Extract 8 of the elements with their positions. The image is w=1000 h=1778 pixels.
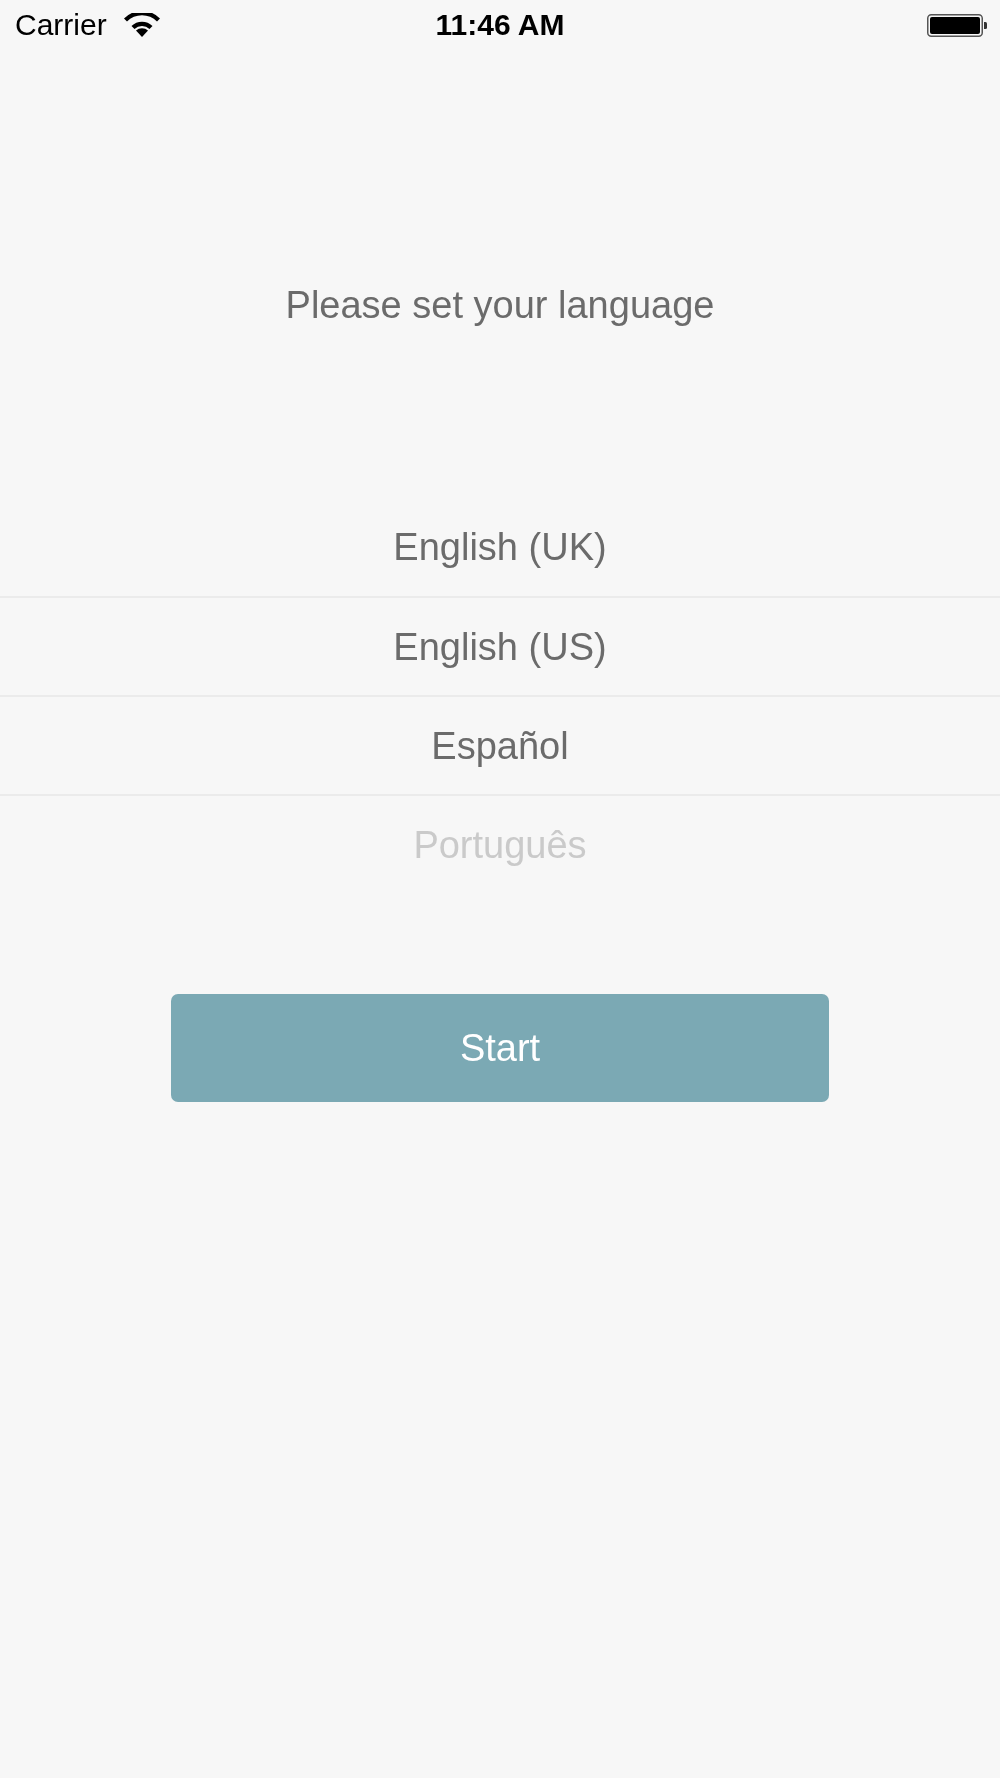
language-option[interactable]: English (US) — [0, 596, 1000, 695]
page-title: Please set your language — [285, 283, 715, 328]
battery-icon — [927, 13, 987, 37]
language-option[interactable]: English (UK) — [0, 497, 1000, 596]
language-option[interactable]: Español — [0, 695, 1000, 794]
carrier-label: Carrier — [15, 10, 107, 40]
start-button[interactable]: Start — [171, 994, 829, 1102]
status-time: 11:46 AM — [435, 10, 565, 40]
